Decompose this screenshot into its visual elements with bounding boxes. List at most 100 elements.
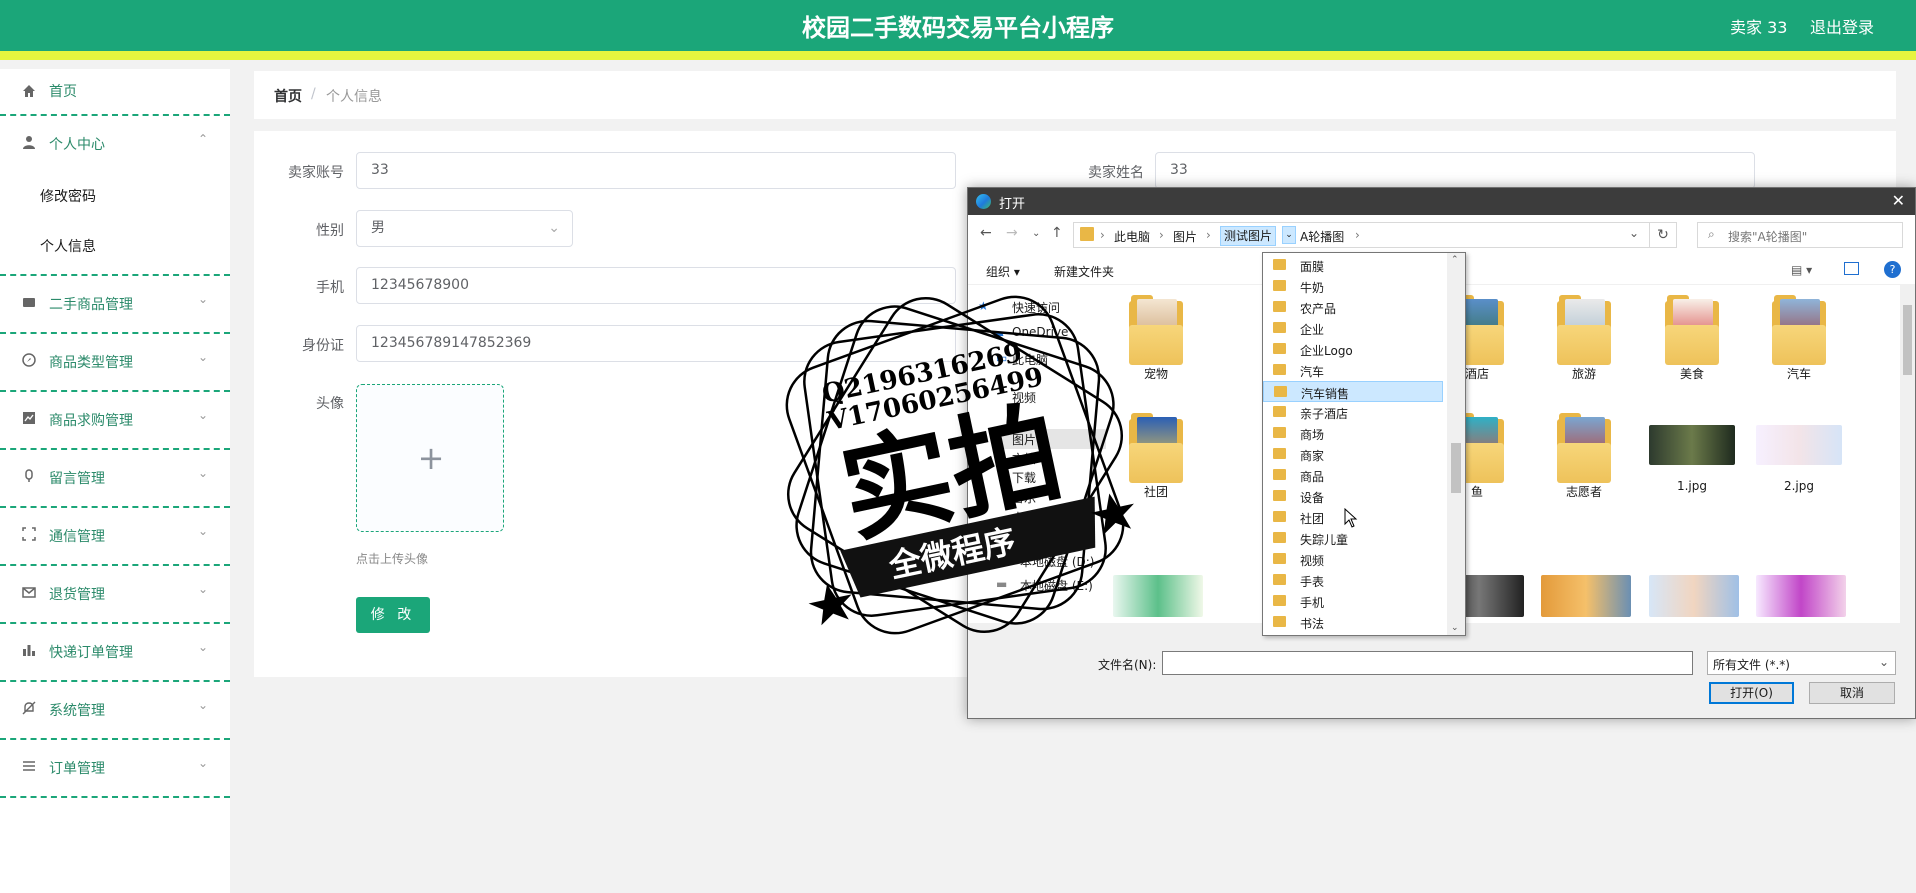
preview-pane-icon[interactable] (1844, 262, 1859, 275)
dropdown-folder-label: 牛奶 (1300, 281, 1325, 295)
cancel-button[interactable]: 取消 (1809, 682, 1895, 704)
help-icon[interactable]: ? (1884, 261, 1901, 278)
close-icon[interactable]: ✕ (1892, 191, 1905, 210)
search-box[interactable]: ⌕ 搜索"A轮播图" (1697, 222, 1903, 248)
folder-icon (1080, 227, 1094, 241)
chevron-down-icon[interactable]: ⌄ (1282, 226, 1296, 244)
chevron-down-icon: ⌄ (197, 292, 208, 306)
folder-item[interactable]: 宠物 (1113, 295, 1199, 382)
dropdown-folder-item[interactable]: 牛奶 (1263, 276, 1443, 297)
menu-express[interactable]: 快递订单管理 ⌄ (0, 624, 230, 682)
menu-returns[interactable]: 退货管理 ⌄ (0, 566, 230, 624)
dropdown-folder-item[interactable]: 失踪儿童 (1263, 528, 1443, 549)
folder-item[interactable]: 旅游 (1541, 295, 1627, 382)
mic-icon (22, 469, 38, 485)
dropdown-folder-item[interactable]: 汽车 (1263, 360, 1443, 381)
menu-home[interactable]: 首页 (0, 69, 230, 116)
name-field[interactable]: 33 (1155, 152, 1755, 189)
chevron-down-icon: ⌄ (548, 220, 560, 236)
menu-system[interactable]: 系统管理 ⌄ (0, 682, 230, 740)
dropdown-folder-item[interactable]: 手表 (1263, 570, 1443, 591)
nav-videos[interactable]: 视频 (1012, 389, 1036, 406)
up-arrow-icon[interactable]: ↑ (1051, 225, 1063, 241)
nav-drive-c[interactable]: 本地磁盘 (C:) (1020, 529, 1094, 546)
image-thumbnail[interactable] (1649, 575, 1739, 617)
dropdown-folder-item[interactable]: 面膜 (1263, 255, 1443, 276)
folder-item[interactable]: 汽车 (1756, 295, 1842, 382)
nav-drive-d[interactable]: 本地磁盘 (D:) (1020, 553, 1094, 570)
submenu-personal-info[interactable]: 个人信息 (40, 236, 96, 256)
dropdown-folder-item[interactable]: 企业 (1263, 318, 1443, 339)
image-file-item[interactable]: 1.jpg (1649, 425, 1735, 493)
image-file-item[interactable]: 2.jpg (1756, 425, 1842, 493)
forward-arrow-icon[interactable]: → (1006, 225, 1018, 241)
folder-item[interactable]: 社团 (1113, 413, 1199, 500)
dropdown-folder-item[interactable]: 视频 (1263, 549, 1443, 570)
nav-music[interactable]: 音乐 (1012, 489, 1036, 506)
folder-item[interactable]: 美食 (1649, 295, 1735, 382)
dropdown-folder-label: 商家 (1300, 449, 1325, 463)
new-folder-button[interactable]: 新建文件夹 (1054, 263, 1114, 280)
image-thumbnail[interactable] (1756, 575, 1846, 617)
scrollbar-thumb[interactable] (1451, 443, 1461, 493)
dropdown-folder-item[interactable]: 设备 (1263, 486, 1443, 507)
nav-drive-e[interactable]: 本地磁盘 (E:) (1020, 577, 1093, 594)
wallet-icon (22, 295, 38, 311)
avatar-upload[interactable]: + (356, 384, 504, 532)
nav-this-pc[interactable]: 此电脑 (1012, 351, 1048, 368)
logout-link[interactable]: 退出登录 (1810, 14, 1874, 38)
dropdown-scrollbar[interactable]: ⌃ ⌄ (1447, 253, 1465, 635)
organize-button[interactable]: 组织 ▾ (986, 263, 1020, 280)
dropdown-folder-item[interactable]: 商家 (1263, 444, 1443, 465)
menu-goods-type[interactable]: 商品类型管理 ⌄ (0, 334, 230, 392)
account-field[interactable]: 33 (356, 152, 956, 189)
nav-quick-access[interactable]: 快速访问 (1012, 299, 1060, 316)
menu-communication[interactable]: 通信管理 ⌄ (0, 508, 230, 566)
dropdown-folder-item[interactable]: 汽车销售 (1263, 381, 1443, 402)
view-options-icon[interactable]: ▤ ▾ (1791, 263, 1812, 277)
file-label: 社团 (1143, 485, 1168, 499)
path-carousel[interactable]: A轮播图 (1300, 228, 1344, 245)
menu-personal-center[interactable]: 个人中心 ⌃ 修改密码 个人信息 (0, 116, 230, 276)
image-thumbnail[interactable] (1541, 575, 1631, 617)
recent-chevron-icon[interactable]: ⌄ (1032, 228, 1040, 239)
submenu-change-password[interactable]: 修改密码 (40, 186, 96, 206)
nav-onedrive[interactable]: OneDrive (1012, 325, 1068, 339)
file-list-scrollbar[interactable] (1900, 285, 1915, 623)
dropdown-folder-item[interactable]: 书法 (1263, 612, 1443, 633)
dropdown-folder-item[interactable]: 商场 (1263, 423, 1443, 444)
scroll-up-icon[interactable]: ⌃ (1451, 255, 1459, 265)
menu-goods[interactable]: 二手商品管理 ⌄ (0, 276, 230, 334)
menu-purchase[interactable]: 商品求购管理 ⌄ (0, 392, 230, 450)
nav-documents[interactable]: 文档 (1012, 450, 1036, 467)
menu-messages[interactable]: 留言管理 ⌄ (0, 450, 230, 508)
path-pictures[interactable]: 图片 (1173, 228, 1197, 245)
id-card-field[interactable]: 123456789147852369 (356, 325, 956, 362)
breadcrumb-home[interactable]: 首页 (274, 86, 302, 106)
menu-orders[interactable]: 订单管理 ⌄ (0, 740, 230, 798)
phone-field[interactable]: 12345678900 (356, 267, 956, 304)
nav-pictures[interactable]: 图片 (1012, 431, 1036, 448)
scrollbar-thumb[interactable] (1903, 305, 1912, 375)
modify-button[interactable]: 修 改 (356, 597, 430, 633)
gender-select[interactable]: 男 ⌄ (356, 210, 573, 247)
filename-input[interactable] (1162, 651, 1693, 675)
refresh-icon[interactable]: ↻ (1649, 222, 1677, 248)
address-bar[interactable]: › 此电脑 › 图片 › 测试图片 ⌄ A轮播图 › ⌄ (1073, 222, 1650, 248)
back-arrow-icon[interactable]: ← (980, 225, 992, 241)
dropdown-folder-item[interactable]: 手机 (1263, 591, 1443, 612)
scroll-down-icon[interactable]: ⌄ (1451, 623, 1459, 633)
address-dropdown-icon[interactable]: ⌄ (1629, 226, 1639, 240)
image-thumbnail[interactable] (1113, 575, 1203, 617)
path-this-pc[interactable]: 此电脑 (1114, 228, 1150, 245)
file-type-filter[interactable]: 所有文件 (*.*) ⌄ (1707, 651, 1896, 675)
path-test-images[interactable]: 测试图片 (1220, 226, 1277, 246)
dropdown-folder-item[interactable]: 亲子酒店 (1263, 402, 1443, 423)
dropdown-folder-item[interactable]: 农产品 (1263, 297, 1443, 318)
open-button[interactable]: 打开(O) (1709, 682, 1794, 704)
folder-item[interactable]: 志愿者 (1541, 413, 1627, 500)
dropdown-folder-item[interactable]: 商品 (1263, 465, 1443, 486)
nav-desktop[interactable]: 桌面 (1012, 509, 1036, 526)
nav-downloads[interactable]: 下载 (1012, 469, 1036, 486)
dropdown-folder-item[interactable]: 企业Logo (1263, 339, 1443, 360)
